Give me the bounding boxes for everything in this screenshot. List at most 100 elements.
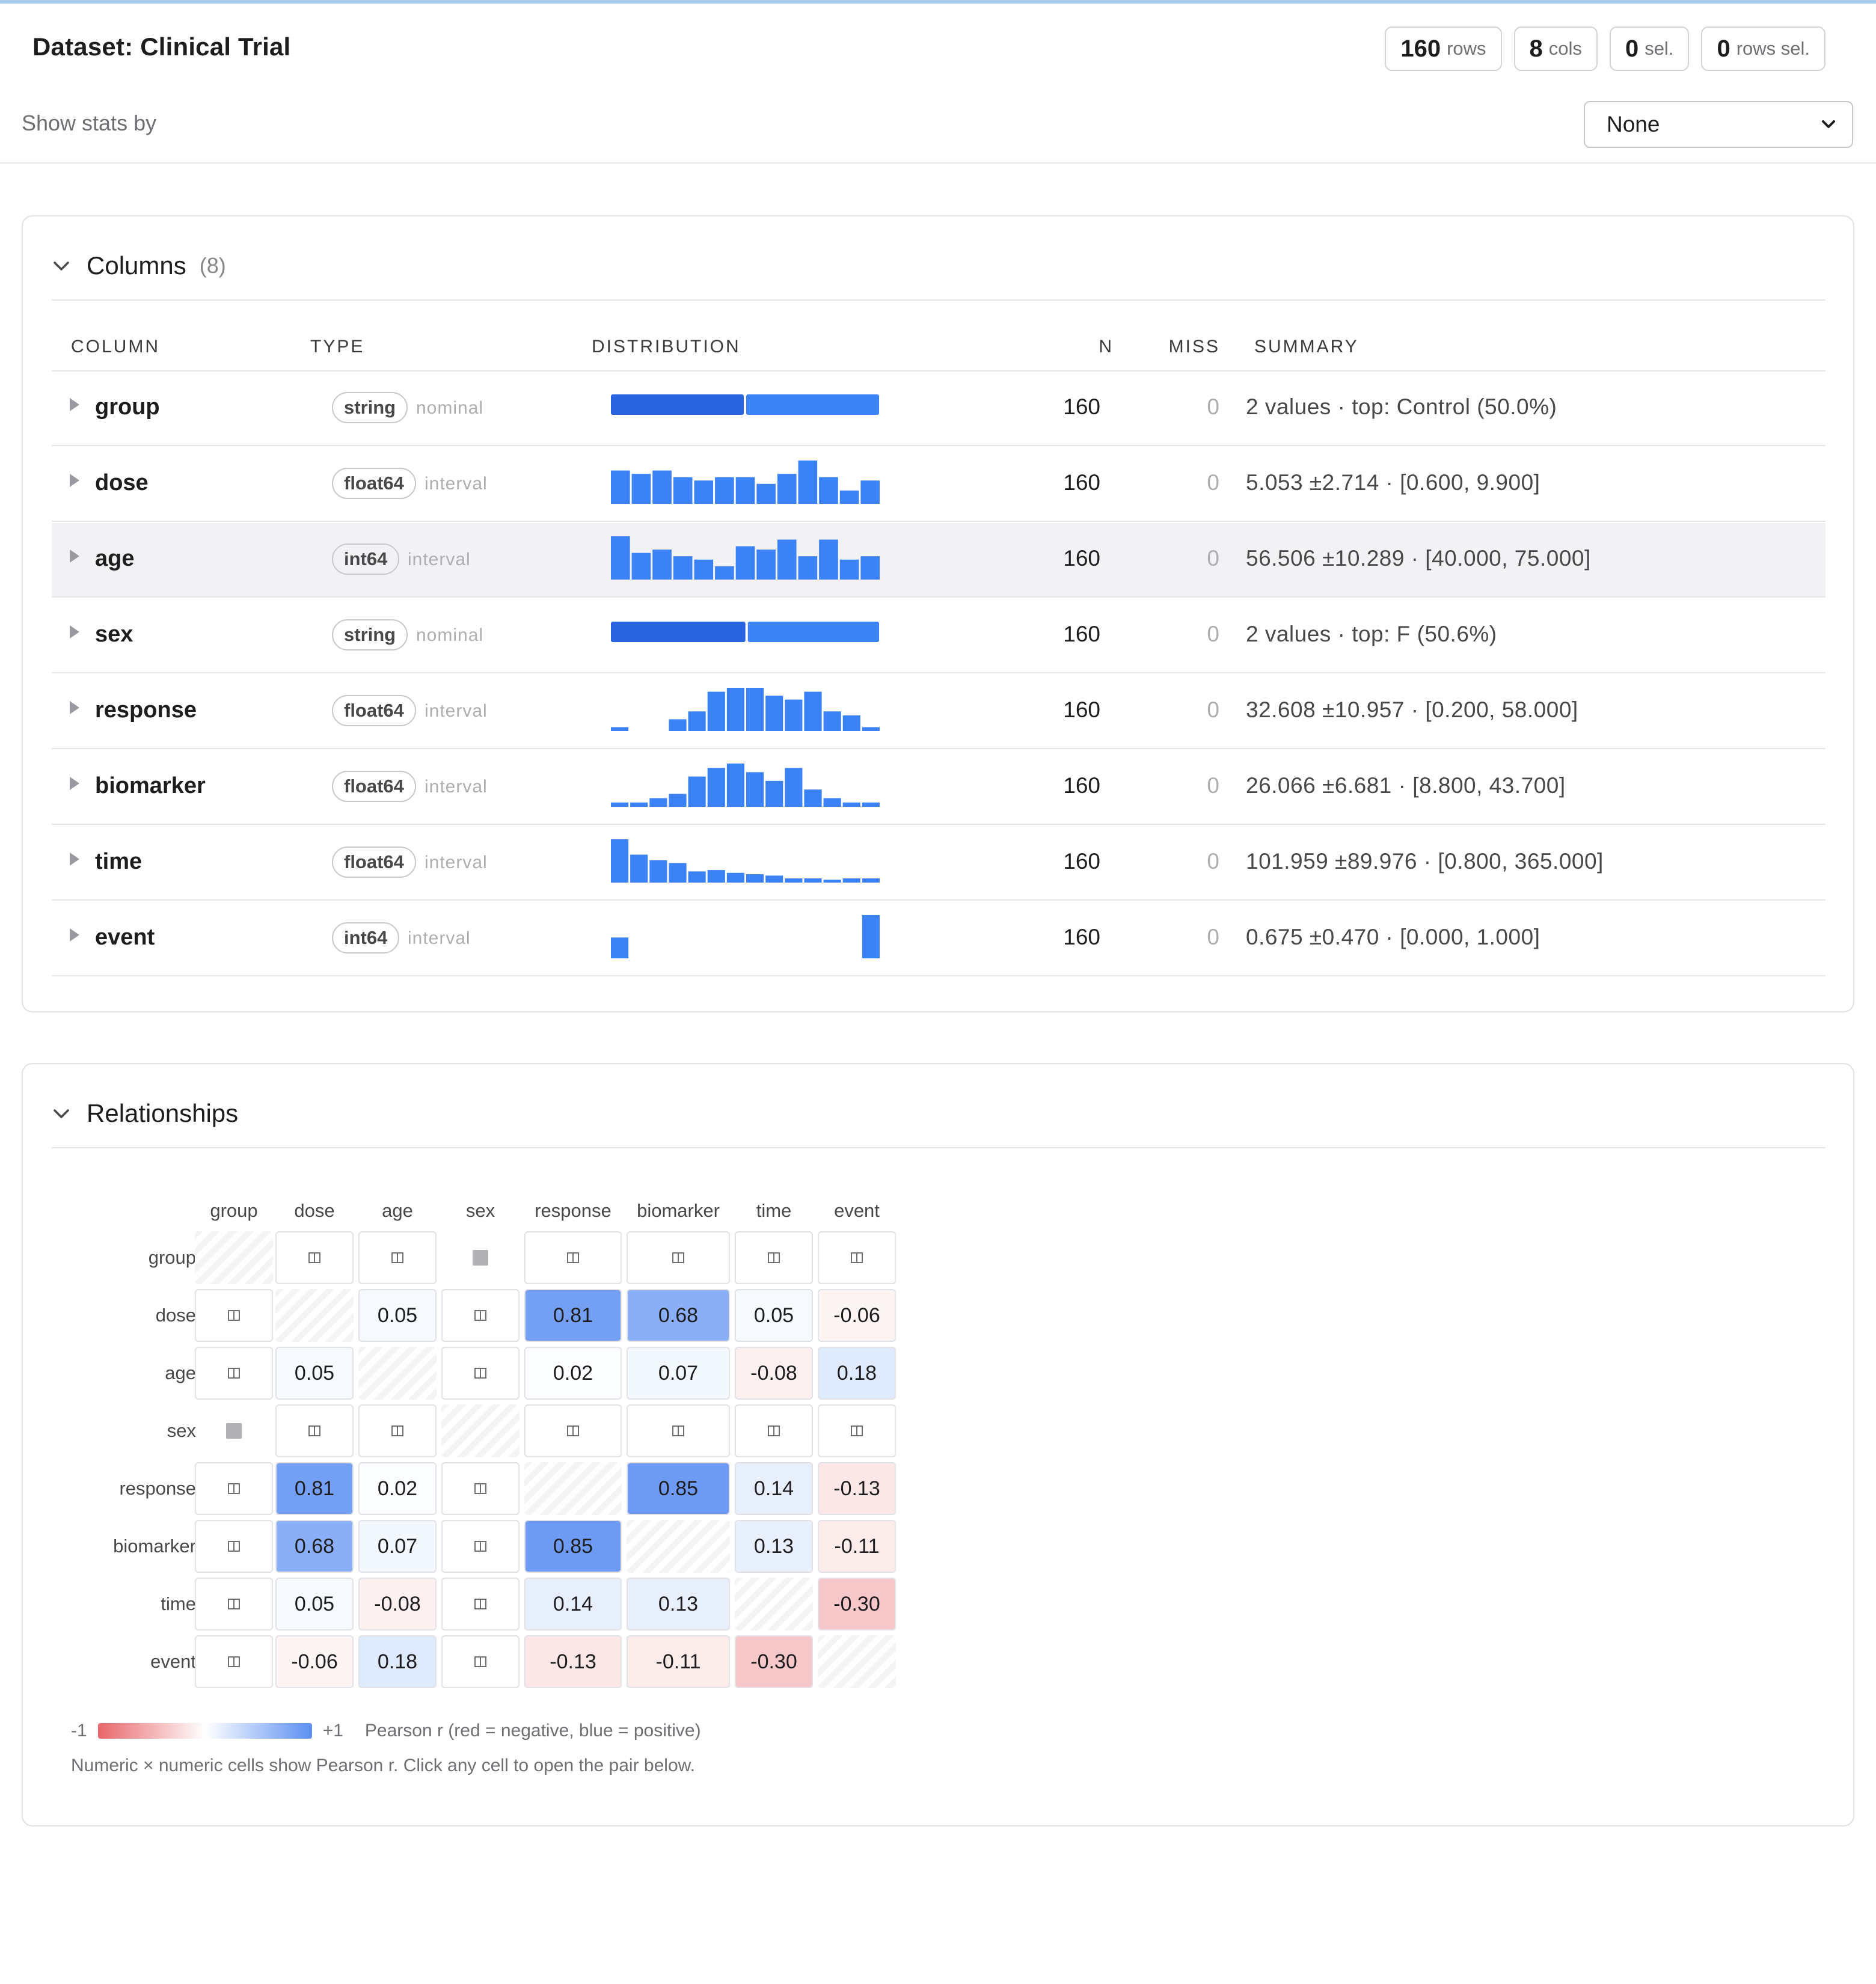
histogram-bar[interactable] [765,696,783,731]
histogram-bar[interactable] [785,768,803,807]
correlation-cell[interactable]: 0.18 [358,1635,437,1688]
histogram-bar[interactable] [611,727,629,731]
table-row[interactable]: time float64 interval 160 0 101.959 ±89.976 ·… [52,826,1825,901]
histogram-bar[interactable] [735,477,755,504]
histogram-bar[interactable] [631,553,651,580]
histogram-bar[interactable] [611,839,629,883]
category-bar[interactable] [747,622,879,642]
table-row[interactable]: sex string nominal 160 0 2 values · top: F (5… [52,599,1825,673]
histogram-bar[interactable] [630,854,648,883]
correlation-cell[interactable]: 0.05 [358,1289,437,1342]
distribution-sparkline[interactable] [611,826,881,901]
distribution-sparkline[interactable] [611,372,881,446]
histogram-bar[interactable] [756,550,776,580]
matrix-pair-cell[interactable] [441,1520,520,1573]
histogram-bar[interactable] [777,539,797,580]
columns-panel-header[interactable]: Columns (8) [52,246,226,285]
histogram-bar[interactable] [839,559,859,580]
correlation-cell[interactable]: 0.07 [358,1520,437,1573]
histogram-bar[interactable] [669,719,687,731]
histogram-bar[interactable] [688,871,706,883]
expand-triangle-icon[interactable] [70,701,79,714]
matrix-pair-cell[interactable] [441,1231,520,1284]
matrix-pair-cell[interactable] [441,1462,520,1515]
matrix-pair-cell[interactable] [735,1231,813,1284]
correlation-cell[interactable]: 0.13 [735,1520,813,1573]
histogram-bar[interactable] [746,874,764,883]
correlation-cell[interactable]: -0.13 [524,1635,622,1688]
histogram-bar[interactable] [673,556,693,580]
correlation-cell[interactable]: -0.08 [358,1578,437,1630]
matrix-pair-cell[interactable] [195,1347,273,1400]
histogram-bar[interactable] [652,470,672,504]
correlation-cell[interactable]: 0.07 [627,1347,730,1400]
histogram-bar[interactable] [765,875,783,883]
histogram-bar[interactable] [611,536,630,580]
expand-triangle-icon[interactable] [70,474,79,487]
table-row[interactable]: dose float64 interval 160 0 5.053 ±2.714 · [0… [52,447,1825,522]
histogram-bar[interactable] [823,711,841,731]
histogram-bar[interactable] [862,727,880,731]
histogram-bar[interactable] [842,715,860,731]
distribution-sparkline[interactable] [611,523,881,598]
matrix-pair-cell[interactable] [358,1231,437,1284]
histogram-bar[interactable] [804,789,822,807]
histogram-bar[interactable] [842,802,860,807]
matrix-pair-cell[interactable] [818,1404,896,1457]
histogram-bar[interactable] [649,798,667,807]
histogram-bar[interactable] [819,539,838,580]
matrix-pair-cell[interactable] [358,1404,437,1457]
histogram-bar[interactable] [785,878,803,883]
table-row[interactable]: biomarker float64 interval 160 0 26.066 ±6.68… [52,750,1825,825]
correlation-cell[interactable]: 0.85 [524,1520,622,1573]
matrix-pair-cell[interactable] [195,1462,273,1515]
histogram-bar[interactable] [726,688,744,731]
histogram-bar[interactable] [611,937,629,958]
histogram-bar[interactable] [819,477,838,504]
histogram-bar[interactable] [688,711,706,731]
expand-triangle-icon[interactable] [70,928,79,941]
matrix-pair-cell[interactable] [441,1635,520,1688]
histogram-bar[interactable] [735,546,755,580]
histogram-bar[interactable] [746,688,764,731]
histogram-bar[interactable] [726,872,744,883]
correlation-cell[interactable]: -0.30 [735,1635,813,1688]
correlation-cell[interactable]: -0.06 [275,1635,354,1688]
relationships-panel-header[interactable]: Relationships [52,1094,238,1133]
histogram-bar[interactable] [630,802,648,807]
matrix-pair-cell[interactable] [195,1578,273,1630]
table-row[interactable]: group string nominal 160 0 2 values · top: Co… [52,372,1825,446]
histogram-bar[interactable] [839,490,859,504]
histogram-bar[interactable] [823,880,841,883]
matrix-pair-cell[interactable] [195,1635,273,1688]
histogram-bar[interactable] [694,480,714,504]
correlation-cell[interactable]: -0.30 [818,1578,896,1630]
table-row[interactable]: age int64 interval 160 0 56.506 ±10.289 · [40… [52,523,1825,598]
correlation-cell[interactable]: 0.02 [358,1462,437,1515]
histogram-bar[interactable] [631,474,651,504]
correlation-cell[interactable]: 0.05 [735,1289,813,1342]
correlation-cell[interactable]: 0.18 [818,1347,896,1400]
expand-triangle-icon[interactable] [70,398,79,411]
histogram-bar[interactable] [804,691,822,731]
table-row[interactable]: event int64 interval 160 0 0.675 ±0.470 · [0.… [52,902,1825,976]
matrix-pair-cell[interactable] [275,1231,354,1284]
correlation-cell[interactable]: 0.05 [275,1347,354,1400]
correlation-cell[interactable]: 0.81 [275,1462,354,1515]
matrix-pair-cell[interactable] [275,1404,354,1457]
histogram-bar[interactable] [823,798,841,807]
correlation-cell[interactable]: -0.06 [818,1289,896,1342]
histogram-bar[interactable] [669,794,687,807]
histogram-bar[interactable] [860,556,880,580]
matrix-pair-cell[interactable] [627,1404,730,1457]
correlation-cell[interactable]: 0.13 [627,1578,730,1630]
histogram-bar[interactable] [860,480,880,504]
expand-triangle-icon[interactable] [70,625,79,638]
correlation-cell[interactable]: 0.05 [275,1578,354,1630]
histogram-bar[interactable] [862,802,880,807]
histogram-bar[interactable] [756,483,776,504]
matrix-pair-cell[interactable] [195,1289,273,1342]
histogram-bar[interactable] [715,477,734,504]
histogram-bar[interactable] [707,870,725,883]
histogram-bar[interactable] [862,915,880,958]
